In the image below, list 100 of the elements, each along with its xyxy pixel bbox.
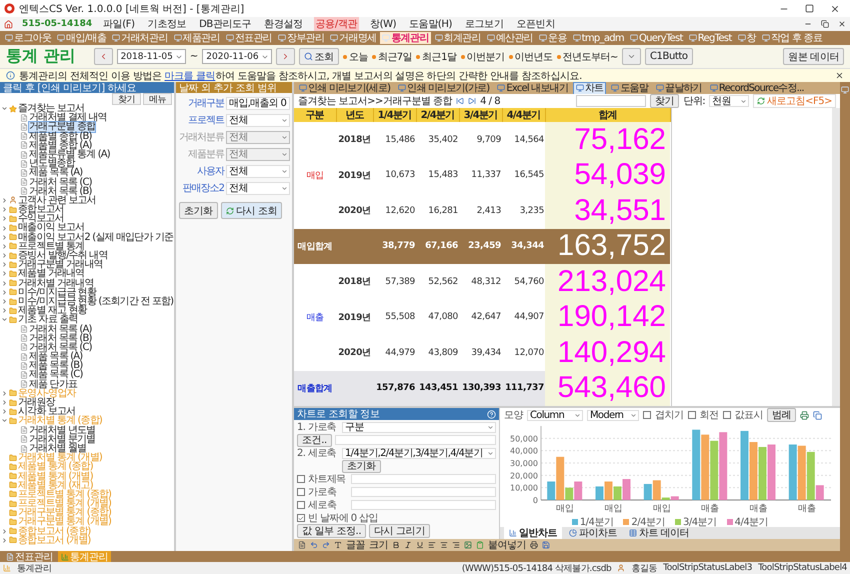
condition-button[interactable]: 조건.. xyxy=(297,434,332,446)
underline-icon[interactable] xyxy=(416,541,424,549)
checkbox[interactable] xyxy=(297,501,305,509)
tree-item[interactable]: 미수/미지급금 현황 xyxy=(18,288,96,297)
date-field[interactable]: 2018-11-05 xyxy=(116,49,186,64)
collapse-icon[interactable] xyxy=(1,105,8,112)
reset-button[interactable]: 초기화 xyxy=(179,202,218,219)
menu-item[interactable]: 오픈빈치 xyxy=(514,17,557,31)
tree-item[interactable]: 거래처 목록 (C) xyxy=(29,342,92,352)
close-icon[interactable] xyxy=(838,20,846,28)
tree-item[interactable]: 프로젝트별 통계 xyxy=(18,242,84,252)
unit-select[interactable]: 천원 xyxy=(709,95,750,107)
tree-item[interactable]: 거래원장 xyxy=(18,398,55,408)
chart-tab[interactable]: 일반차트 xyxy=(504,527,562,539)
close-icon[interactable] xyxy=(830,4,840,14)
reset-button[interactable]: 초기화 xyxy=(342,460,381,472)
tree-item[interactable]: 제품 목록 (C) xyxy=(29,370,82,380)
toolbar-button[interactable]: 작업 후 종료 xyxy=(760,32,824,44)
tree-item[interactable]: 거래처 목록 (B) xyxy=(29,334,92,343)
chart-panel-button[interactable]: 값 일부 조정.. xyxy=(297,524,366,538)
font-button[interactable]: 글꼴 xyxy=(346,538,365,552)
menu-item[interactable]: 환경설정 xyxy=(262,17,305,31)
checkbox[interactable] xyxy=(643,411,651,419)
close-icon[interactable] xyxy=(835,71,844,80)
source-data-button[interactable]: 원본 데이터 xyxy=(783,48,844,65)
menu-item[interactable]: DB관리도구 xyxy=(197,17,254,31)
tree-item[interactable]: 제품별 종합 (A) xyxy=(29,140,92,150)
option-field[interactable] xyxy=(351,487,496,497)
quick-range-button[interactable]: 최근7일 xyxy=(372,50,412,64)
expand-icon[interactable] xyxy=(1,215,8,222)
expand-icon[interactable] xyxy=(1,298,8,306)
report-tool-button[interactable]: Excel 내보내기 xyxy=(494,82,572,94)
quick-range-button[interactable]: 오늘 xyxy=(342,50,368,64)
search-button[interactable]: 조회 xyxy=(298,48,339,65)
expand-icon[interactable] xyxy=(1,242,8,250)
tree-item[interactable]: 거래처 목록 (A) xyxy=(29,324,92,334)
shape-select[interactable]: Column xyxy=(527,410,583,420)
c1-button[interactable]: C1Butto xyxy=(644,48,693,65)
text-icon[interactable] xyxy=(334,541,342,549)
quick-range-button[interactable]: 최근1달 xyxy=(416,50,457,64)
tree-item[interactable]: 제품분류별 통계 (A) xyxy=(29,150,110,160)
report-tool-button[interactable]: RecordSource수정... xyxy=(706,82,807,94)
menu-item[interactable]: 기초정보 xyxy=(146,17,188,31)
toolbar-button[interactable]: 회계관리 xyxy=(432,32,483,44)
paste-button[interactable]: 붙여넣기 xyxy=(488,538,526,552)
save-icon[interactable] xyxy=(542,541,550,549)
tree-item[interactable]: 거래처 목록 (C) xyxy=(29,178,92,187)
expand-icon[interactable] xyxy=(1,234,8,241)
expand-icon[interactable] xyxy=(1,270,8,278)
y-axis-select[interactable]: 1/4분기,2/4분기,3/4분기,4/4분기 xyxy=(342,448,496,458)
collapse-icon[interactable] xyxy=(1,417,8,424)
restore-icon[interactable] xyxy=(821,20,829,28)
tree-item[interactable]: 거래처별 년도별 xyxy=(29,426,96,435)
find-button[interactable]: 찾기 xyxy=(650,94,680,108)
tree-item[interactable]: 제품 목록 (A) xyxy=(29,168,82,178)
report-tool-button[interactable]: 인쇄 미리보기(세로) xyxy=(296,82,394,94)
tree-item[interactable]: 제품별 재고 현황 xyxy=(18,306,87,316)
expand-icon[interactable] xyxy=(1,288,8,296)
tree-item[interactable]: 고객사 관련 보고서 xyxy=(18,196,96,206)
bold-icon[interactable] xyxy=(392,541,400,549)
size-button[interactable]: 크기 xyxy=(369,538,388,552)
align-center-icon[interactable] xyxy=(440,541,448,549)
filter-select[interactable]: 전체 xyxy=(226,114,290,126)
checkbox[interactable] xyxy=(297,475,305,483)
expand-icon[interactable] xyxy=(1,528,8,535)
menu-item[interactable]: 파일(F) xyxy=(101,17,137,31)
tree-item[interactable]: 제품 단가표 xyxy=(29,380,78,389)
filter-select[interactable]: 매입,매출외 0 xyxy=(226,96,290,110)
toolbar-button[interactable]: QueryTest xyxy=(628,32,685,44)
report-tool-button[interactable]: 도움말 xyxy=(608,82,652,94)
expand-icon[interactable] xyxy=(1,390,8,397)
tree-item[interactable]: 제품 목록 (B) xyxy=(29,361,82,370)
maximize-icon[interactable] xyxy=(805,4,814,12)
tree-item[interactable]: 매출이익 보고서2 (실제 매입단가 기준 xyxy=(18,232,174,242)
toolbar-button[interactable]: 전표관리 xyxy=(224,32,274,44)
tree-item[interactable]: 미수/미지급금 현황 (조회기간 전 포함) xyxy=(18,296,174,306)
align-right-icon[interactable] xyxy=(452,541,460,549)
checkbox[interactable] xyxy=(688,411,696,419)
toolbar-button[interactable]: 통계관리 xyxy=(380,32,431,44)
help-link[interactable]: 마크를 클릭 xyxy=(164,70,216,82)
undo-icon[interactable] xyxy=(310,541,318,549)
tree-item[interactable]: 거래처 목록 (B) xyxy=(29,186,92,196)
filter-select[interactable]: 전체 xyxy=(226,164,290,178)
x-axis-select[interactable]: 구분 xyxy=(342,422,496,432)
toolbar-button[interactable]: 매입/매출 xyxy=(55,32,108,44)
copy-icon[interactable] xyxy=(813,410,822,420)
monitor-icon[interactable] xyxy=(841,86,849,94)
expand-icon[interactable] xyxy=(1,536,8,544)
chart-tab[interactable]: 차트 데이터 xyxy=(624,527,694,539)
collapse-icon[interactable] xyxy=(1,316,8,324)
reload-button[interactable]: 다시 조회 xyxy=(220,202,282,219)
menu-item[interactable]: 창(W) xyxy=(368,17,398,31)
tree-item[interactable]: 즐겨찾는 보고서 xyxy=(18,104,84,114)
report-tool-button[interactable]: 인쇄 미리보기(가로) xyxy=(395,82,492,94)
checkbox[interactable] xyxy=(297,488,305,496)
tree-item[interactable]: 년도별종합 xyxy=(29,159,75,168)
expand-icon[interactable] xyxy=(1,196,8,204)
help-icon[interactable] xyxy=(487,410,496,418)
tree-item[interactable]: 시각화 보고서 xyxy=(18,407,76,416)
toolbar-button[interactable]: RegTest xyxy=(686,32,734,44)
